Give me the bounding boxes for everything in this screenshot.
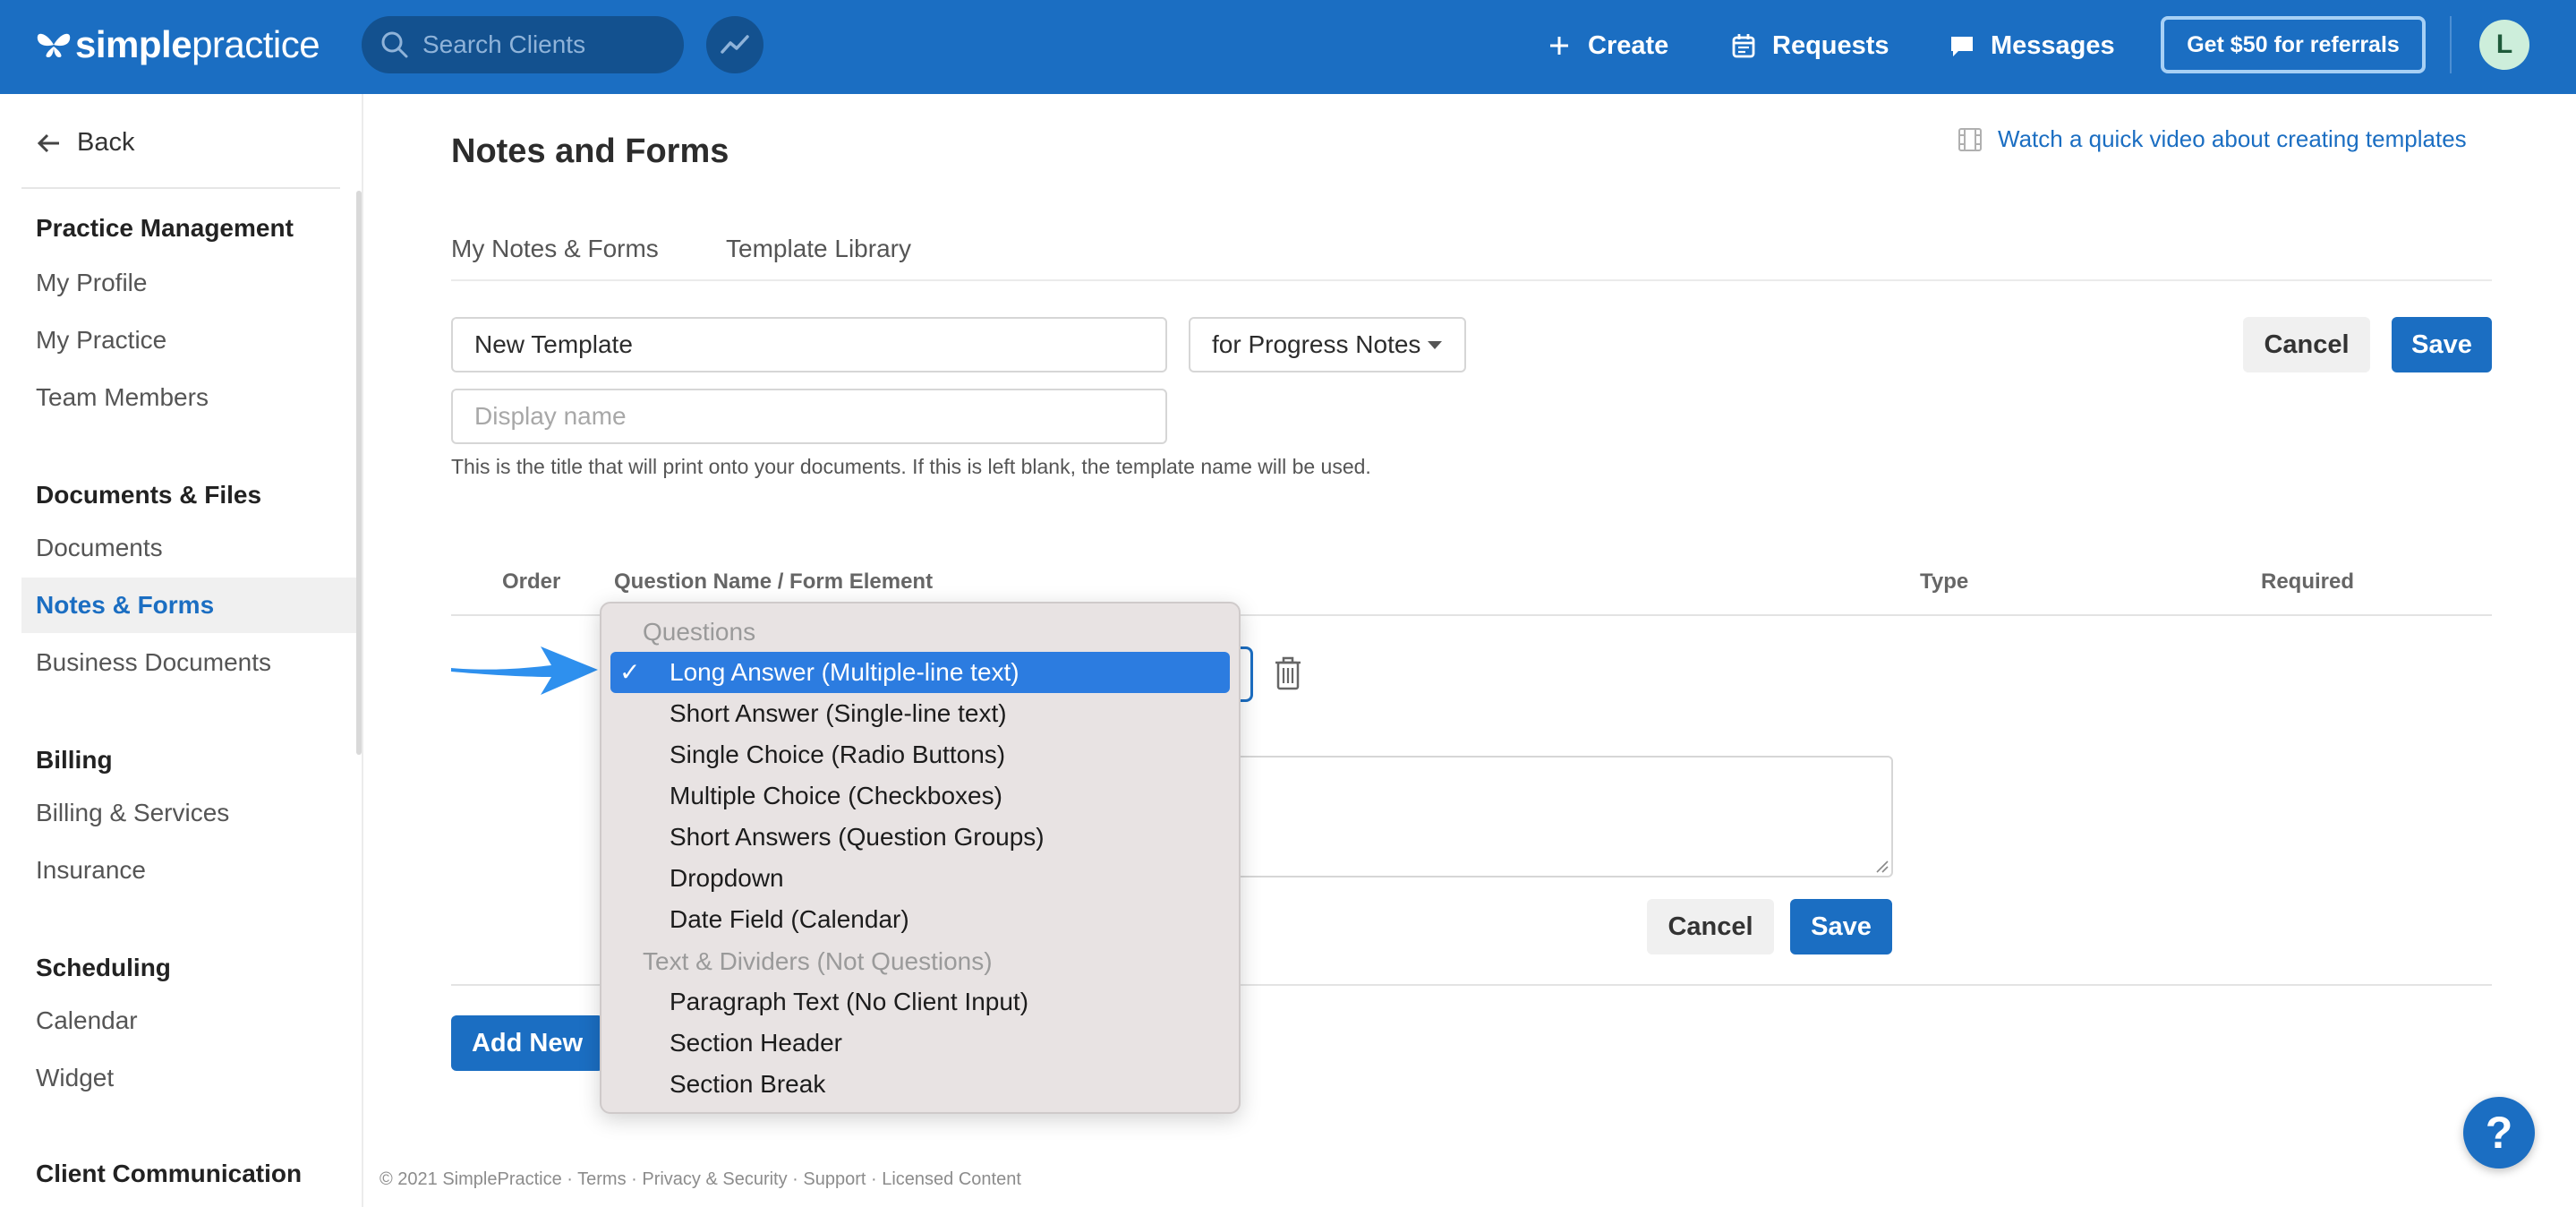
template-name-field[interactable]: New Template <box>451 317 1167 372</box>
back-link[interactable]: Back <box>36 128 134 158</box>
search-icon <box>381 31 408 58</box>
dropdown-option-short-answers-groups[interactable]: Short Answers (Question Groups) <box>610 817 1230 858</box>
sidebar-item-business-documents[interactable]: Business Documents <box>21 635 356 690</box>
chat-bubble-icon <box>1951 37 1973 56</box>
tabs-divider <box>451 279 2492 281</box>
save-button[interactable]: Save <box>2392 317 2492 372</box>
create-label: Create <box>1588 30 1669 60</box>
sidebar-item-team-members[interactable]: Team Members <box>21 370 356 425</box>
sidebar-heading-documents-files: Documents & Files <box>36 481 262 509</box>
sidebar-item-documents[interactable]: Documents <box>21 520 356 576</box>
trash-icon[interactable] <box>1273 655 1303 691</box>
row-save-button[interactable]: Save <box>1790 899 1892 954</box>
avatar[interactable]: L <box>2479 20 2529 70</box>
dropdown-option-single-choice[interactable]: Single Choice (Radio Buttons) <box>610 734 1230 775</box>
top-navigation-bar: simplepractice Create Requests <box>0 0 2576 94</box>
sidebar-heading-client-communication: Client Communication <box>36 1160 303 1187</box>
analytics-button[interactable] <box>706 16 763 73</box>
column-header-required: Required <box>2261 569 2355 594</box>
messages-label: Messages <box>1991 30 2115 60</box>
help-button[interactable]: ? <box>2463 1097 2535 1168</box>
template-type-select[interactable]: for Progress Notes <box>1189 317 1466 372</box>
caret-down-icon <box>1428 340 1443 349</box>
butterfly-icon <box>37 33 71 57</box>
add-new-button[interactable]: Add New <box>451 1015 603 1071</box>
display-name-help-text: This is the title that will print onto y… <box>451 455 1371 478</box>
referral-button[interactable]: Get $50 for referrals <box>2161 16 2426 73</box>
sidebar-item-my-profile[interactable]: My Profile <box>21 255 356 311</box>
page-title: Notes and Forms <box>451 133 729 170</box>
dropdown-option-label: Long Answer (Multiple-line text) <box>670 658 1019 686</box>
calendar-icon <box>1732 34 1755 58</box>
plus-icon <box>1550 37 1568 55</box>
column-header-question: Question Name / Form Element <box>614 569 934 594</box>
logo-text-bold: simple <box>75 23 192 65</box>
footer-links[interactable]: © 2021 SimplePractice · Terms · Privacy … <box>380 1169 1021 1190</box>
dropdown-option-multiple-choice[interactable]: Multiple Choice (Checkboxes) <box>610 775 1230 817</box>
dropdown-option-date-field[interactable]: Date Field (Calendar) <box>610 899 1230 940</box>
tab-template-library[interactable]: Template Library <box>726 235 911 263</box>
requests-button[interactable]: Requests <box>1729 23 1889 68</box>
dropdown-option-dropdown[interactable]: Dropdown <box>610 858 1230 899</box>
dropdown-option-long-answer[interactable]: ✓ Long Answer (Multiple-line text) <box>610 652 1230 693</box>
answer-textarea[interactable] <box>1228 756 1893 877</box>
requests-label: Requests <box>1772 30 1889 60</box>
video-tutorial-link[interactable]: Watch a quick video about creating templ… <box>1957 125 2467 153</box>
sidebar-item-notes-forms[interactable]: Notes & Forms <box>21 578 356 633</box>
messages-button[interactable]: Messages <box>1948 23 2115 68</box>
create-button[interactable]: Create <box>1545 23 1668 68</box>
display-name-field[interactable]: Display name <box>451 389 1167 444</box>
tab-my-notes-forms[interactable]: My Notes & Forms <box>451 235 659 263</box>
film-icon <box>1958 127 1982 151</box>
trend-chart-icon <box>721 35 749 54</box>
simplepractice-logo[interactable]: simplepractice <box>34 20 320 70</box>
video-link-label: Watch a quick video about creating templ… <box>1998 125 2467 152</box>
cancel-button[interactable]: Cancel <box>2243 317 2370 372</box>
column-header-type: Type <box>1920 569 1969 594</box>
column-header-order: Order <box>502 569 561 594</box>
dropdown-option-section-header[interactable]: Section Header <box>610 1023 1230 1064</box>
dropdown-option-short-answer[interactable]: Short Answer (Single-line text) <box>610 693 1230 734</box>
dropdown-option-section-break[interactable]: Section Break <box>610 1064 1230 1105</box>
sidebar-heading-scheduling: Scheduling <box>36 954 171 981</box>
dropdown-option-paragraph-text[interactable]: Paragraph Text (No Client Input) <box>610 981 1230 1023</box>
row-cancel-button[interactable]: Cancel <box>1647 899 1774 954</box>
sidebar-heading-billing: Billing <box>36 746 113 774</box>
search-clients[interactable] <box>362 16 684 73</box>
back-label: Back <box>77 128 135 157</box>
sidebar-item-widget[interactable]: Widget <box>21 1050 356 1106</box>
template-type-value: for Progress Notes <box>1212 330 1421 358</box>
resize-handle-icon[interactable] <box>1873 858 1889 874</box>
sidebar-item-calendar[interactable]: Calendar <box>21 993 356 1049</box>
arrow-left-icon <box>37 133 59 152</box>
sidebar-item-my-practice[interactable]: My Practice <box>21 312 356 368</box>
sidebar-item-insurance[interactable]: Insurance <box>21 843 356 898</box>
form-element-dropdown-menu[interactable]: Questions ✓ Long Answer (Multiple-line t… <box>600 602 1241 1114</box>
sidebar-scrollbar[interactable] <box>356 191 362 755</box>
dropdown-group-questions: Questions <box>643 618 756 646</box>
sidebar-divider <box>21 187 340 189</box>
sidebar-item-billing-services[interactable]: Billing & Services <box>21 785 356 841</box>
nav-divider <box>2450 16 2452 73</box>
arrow-pointer-icon <box>451 646 598 695</box>
sidebar-heading-practice-management: Practice Management <box>36 214 294 242</box>
dropdown-group-text-dividers: Text & Dividers (Not Questions) <box>643 947 993 975</box>
logo-text-regular: practice <box>192 23 320 65</box>
search-input[interactable] <box>422 30 664 59</box>
settings-sidebar: Back Practice Management My Profile My P… <box>0 94 363 1207</box>
checkmark-icon: ✓ <box>619 658 641 686</box>
